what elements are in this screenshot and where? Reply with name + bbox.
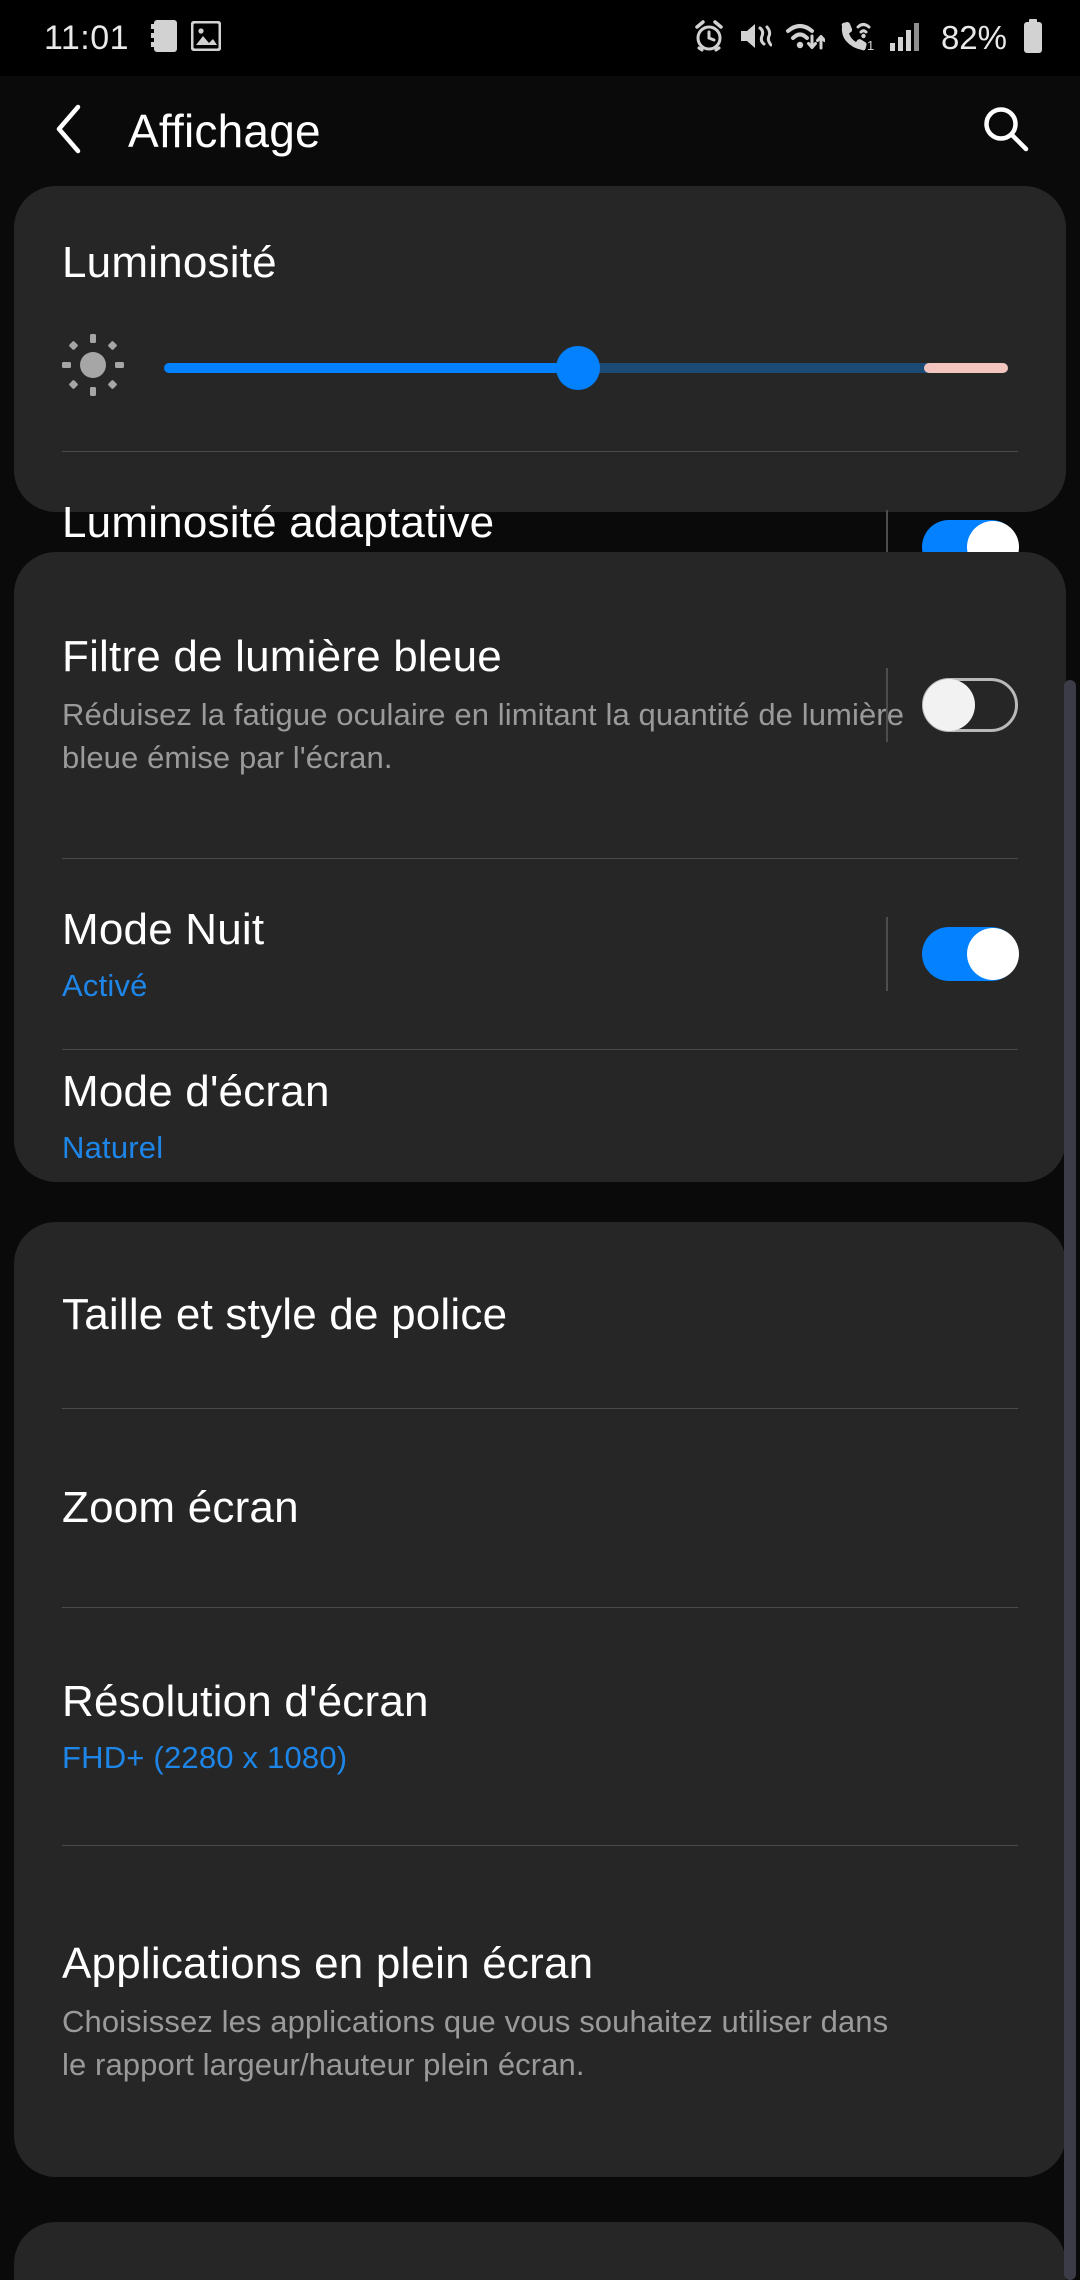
battery-percent-label: 82% — [940, 19, 1007, 56]
night-mode-toggle-wrap — [886, 917, 1019, 991]
back-button[interactable] — [42, 103, 98, 159]
screen-mode-texts: Mode d'écran Naturel — [62, 1066, 440, 1166]
wifi-calling-icon: 1 — [838, 20, 876, 57]
screen-zoom-row[interactable]: Zoom écran — [14, 1409, 1066, 1607]
blue-light-filter-texts: Filtre de lumière bleue Réduisez la fati… — [62, 631, 1018, 780]
sim-card-icon — [151, 19, 178, 57]
status-right-icons: 1 82% — [693, 18, 1044, 58]
vibrate-mute-icon — [738, 21, 773, 56]
screen-resolution-value: FHD+ (2280 x 1080) — [62, 1740, 348, 1776]
slider-thumb[interactable] — [555, 345, 600, 390]
toggle-knob — [967, 928, 1019, 980]
display-modes-card: Filtre de lumière bleue Réduisez la fati… — [14, 552, 1066, 1182]
app-bar: Affichage — [0, 76, 1080, 186]
fullscreen-apps-row[interactable]: Applications en plein écran Choisissez l… — [14, 1846, 1066, 2178]
font-size-style-row[interactable]: Taille et style de police — [14, 1222, 1066, 1408]
slider-high-brightness-zone — [923, 362, 1008, 373]
night-mode-row[interactable]: Mode Nuit Activé — [14, 859, 1066, 1049]
night-mode-value: Activé — [62, 967, 148, 1003]
toggle-separator — [886, 917, 888, 991]
screen-resolution-texts: Résolution d'écran FHD+ (2280 x 1080) — [62, 1676, 539, 1776]
layout-card: Taille et style de police Zoom écran Rés… — [14, 1222, 1066, 2177]
night-mode-toggle[interactable] — [922, 927, 1019, 981]
font-size-style-texts: Taille et style de police — [62, 1289, 617, 1340]
wifi-data-icon — [785, 20, 826, 57]
fullscreen-apps-title: Applications en plein écran — [62, 1938, 594, 1988]
search-icon — [980, 103, 1032, 160]
fullscreen-apps-texts: Applications en plein écran Choisissez l… — [62, 1938, 1018, 2087]
screen-mode-value: Naturel — [62, 1130, 164, 1166]
blue-light-filter-toggle[interactable] — [922, 678, 1018, 732]
screen-mode-row[interactable]: Mode d'écran Naturel — [14, 1050, 1066, 1183]
screen-resolution-title: Résolution d'écran — [62, 1677, 429, 1727]
svg-text:1: 1 — [867, 38, 874, 52]
night-mode-texts: Mode Nuit Activé — [62, 904, 374, 1004]
toggle-separator — [886, 668, 888, 742]
fullscreen-apps-description: Choisissez les applications que vous sou… — [62, 2003, 889, 2082]
screen-resolution-row[interactable]: Résolution d'écran FHD+ (2280 x 1080) — [14, 1608, 1066, 1845]
battery-icon — [1022, 18, 1044, 58]
blue-light-filter-row[interactable]: Filtre de lumière bleue Réduisez la fati… — [14, 552, 1066, 858]
screen-mode-title: Mode d'écran — [62, 1067, 330, 1117]
status-bar: 11:01 1 82% — [0, 0, 1080, 76]
vertical-scrollbar[interactable] — [1064, 680, 1076, 2280]
alarm-icon — [693, 19, 725, 57]
image-icon — [190, 20, 222, 56]
toggle-knob — [923, 679, 975, 731]
status-left-icons — [151, 19, 222, 57]
brightness-slider-row[interactable] — [14, 288, 1066, 451]
screen-zoom-texts: Zoom écran — [62, 1482, 409, 1533]
blue-light-filter-title: Filtre de lumière bleue — [62, 631, 502, 681]
brightness-sun-icon — [62, 334, 124, 401]
screen-zoom-title: Zoom écran — [62, 1483, 299, 1533]
search-button[interactable] — [976, 101, 1036, 161]
settings-scroll-area[interactable]: Luminosité Luminosité adaptative Filtre … — [0, 186, 1080, 2280]
brightness-slider[interactable] — [164, 345, 1008, 390]
blue-light-filter-description: Réduisez la fatigue oculaire en limitant… — [62, 696, 905, 775]
night-mode-title: Mode Nuit — [62, 904, 265, 954]
chevron-left-icon — [50, 101, 90, 162]
phone-screen: 11:01 1 82% Affichage Luminosité Luminos… — [0, 0, 1080, 2280]
font-size-style-title: Taille et style de police — [62, 1290, 508, 1340]
next-card-partial — [14, 2222, 1066, 2280]
adaptive-brightness-title: Luminosité adaptative — [62, 497, 495, 547]
brightness-card: Luminosité Luminosité adaptative — [14, 186, 1066, 596]
signal-bars-icon — [889, 21, 923, 56]
status-clock: 11:01 — [44, 18, 130, 57]
brightness-section-title: Luminosité — [62, 238, 277, 287]
blue-light-toggle-wrap — [886, 668, 1018, 742]
page-title: Affichage — [128, 105, 321, 157]
slider-filled-track — [164, 362, 578, 373]
